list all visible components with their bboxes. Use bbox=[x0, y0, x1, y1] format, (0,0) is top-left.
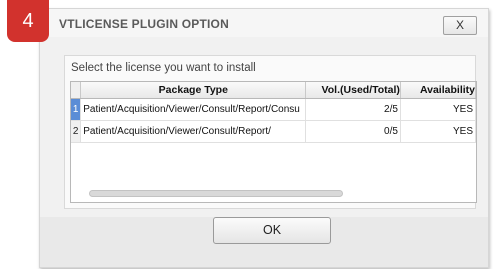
table-header-row: Package Type Vol.(Used/Total) Availabili… bbox=[71, 82, 476, 99]
volume-cell: 0/5 bbox=[305, 120, 401, 143]
instruction-text: Select the license you want to install bbox=[71, 62, 256, 74]
ok-button[interactable]: OK bbox=[213, 217, 331, 244]
horizontal-scrollbar[interactable] bbox=[89, 190, 343, 197]
column-header-availability[interactable]: Availability bbox=[400, 82, 476, 99]
availability-cell: YES bbox=[400, 98, 476, 121]
close-icon: X bbox=[455, 18, 464, 32]
volume-cell: 2/5 bbox=[305, 98, 401, 121]
content-panel: Select the license you want to install P… bbox=[64, 55, 477, 209]
row-number-header bbox=[71, 82, 82, 99]
package-type-cell: Patient/Acquisition/Viewer/Consult/Repor… bbox=[80, 98, 307, 121]
license-table: Package Type Vol.(Used/Total) Availabili… bbox=[71, 82, 476, 143]
package-type-cell: Patient/Acquisition/Viewer/Consult/Repor… bbox=[80, 120, 307, 143]
column-header-volume[interactable]: Vol.(Used/Total) bbox=[305, 82, 401, 99]
column-header-package-type[interactable]: Package Type bbox=[80, 82, 307, 99]
close-button[interactable]: X bbox=[443, 16, 477, 35]
step-badge: 4 bbox=[7, 0, 49, 42]
table-row[interactable]: 1 Patient/Acquisition/Viewer/Consult/Rep… bbox=[71, 98, 476, 121]
row-number: 2 bbox=[71, 120, 82, 143]
license-grid[interactable]: Package Type Vol.(Used/Total) Availabili… bbox=[70, 81, 477, 203]
availability-cell: YES bbox=[400, 120, 476, 143]
license-dialog: VTLICENSE PLUGIN OPTION X Select the lic… bbox=[39, 8, 489, 268]
step-number: 4 bbox=[22, 9, 34, 32]
row-number: 1 bbox=[71, 98, 82, 121]
table-row[interactable]: 2 Patient/Acquisition/Viewer/Consult/Rep… bbox=[71, 120, 476, 143]
dialog-title: VTLICENSE PLUGIN OPTION bbox=[59, 17, 229, 31]
title-bar: VTLICENSE PLUGIN OPTION X bbox=[40, 9, 488, 37]
